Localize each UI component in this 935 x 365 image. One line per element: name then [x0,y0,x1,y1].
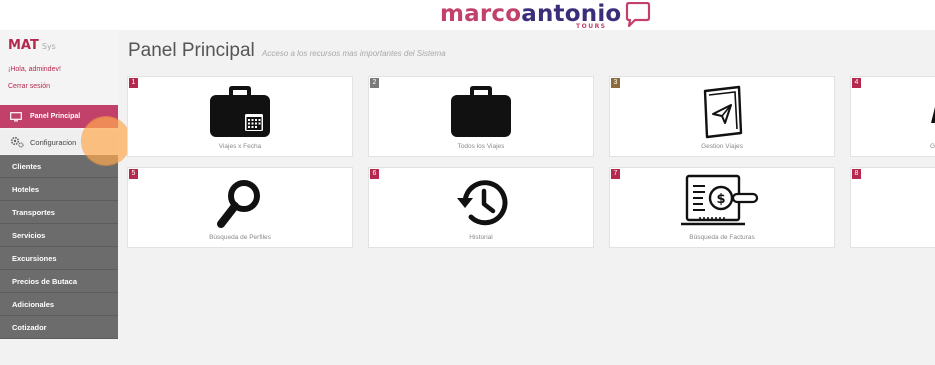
logout-link[interactable]: Cerrar sesión [8,83,50,90]
card-historial[interactable]: 6 Historial [368,167,594,248]
svg-text:$: $ [716,192,725,207]
sidebar-item-excursiones[interactable]: Excursiones [0,247,118,270]
sidebar-item-hoteles[interactable]: Hoteles [0,178,118,201]
card-label: Viajes x Fecha [218,143,262,150]
card-label: Historial [469,234,493,241]
page: marcoantonio TOURS MAT Sys ¡Hola, adminde… [0,0,935,365]
cursor-highlight [82,117,130,165]
sidebar-item-transportes[interactable]: Transportes [0,201,118,224]
logo-text-marco: marco [440,1,522,27]
briefcase-calendar-icon [210,86,270,137]
greeting: ¡Hola, admindev! [8,66,61,73]
card-busqueda-de-perfiles[interactable]: 5 Búsqueda de Perfiles [127,167,353,248]
card-label: G [930,143,935,150]
partial-icon [931,107,935,123]
card-label: Búsqueda de Facturas [689,234,755,241]
sidebar-brand: MAT Sys [8,38,56,53]
logo[interactable]: marcoantonio TOURS [440,0,653,30]
card-viajes-x-fecha[interactable]: 1 Viajes x Fecha [127,76,353,157]
sidebar-item-label: Configuracion [30,137,77,147]
card-4[interactable]: 4 G [850,76,935,157]
card-label: Gestion Viajes [701,143,743,150]
page-title: Panel Principal Acceso a los recursos ma… [128,40,446,61]
magnifier-icon [217,180,260,228]
sidebar-nav-list: Clientes Hoteles Transportes Servicios E… [0,155,118,339]
page-subtitle: Acceso a los recursos mas importantes de… [262,49,446,58]
sidebar-item-servicios[interactable]: Servicios [0,224,118,247]
paper-plane-icon [703,85,743,139]
sidebar-item-label: Panel Principal [30,113,81,120]
monitor-icon [10,111,22,121]
gears-icon [10,136,24,148]
sidebar-item-cotizador[interactable]: Cotizador [0,316,118,339]
sidebar-brand-sub: Sys [41,42,56,51]
invoice-search-icon: $ [681,174,759,226]
card-busqueda-de-facturas[interactable]: 7 $ Búsqueda de Facturas [609,167,835,248]
speech-bubble-icon [626,2,651,28]
logo-tours: TOURS [576,23,607,30]
card-label: Búsqueda de Perfiles [209,234,271,241]
sidebar-item-adicionales[interactable]: Adicionales [0,293,118,316]
history-icon [457,180,508,226]
briefcase-icon [451,86,511,137]
card-8[interactable]: 8 [850,167,935,248]
sidebar: MAT Sys ¡Hola, admindev! Cerrar sesión Pa… [0,30,130,339]
card-number-badge: 8 [852,169,861,179]
card-number-badge: 4 [852,78,861,88]
card-label: Todos los Viajes [457,143,505,150]
card-todos-los-viajes[interactable]: 2 Todos los Viajes [368,76,594,157]
top-bar: marcoantonio TOURS [0,0,935,30]
card-gestion-viajes[interactable]: 3 Gestion Viajes [609,76,835,157]
sidebar-item-precios-de-butaca[interactable]: Precios de Butaca [0,270,118,293]
